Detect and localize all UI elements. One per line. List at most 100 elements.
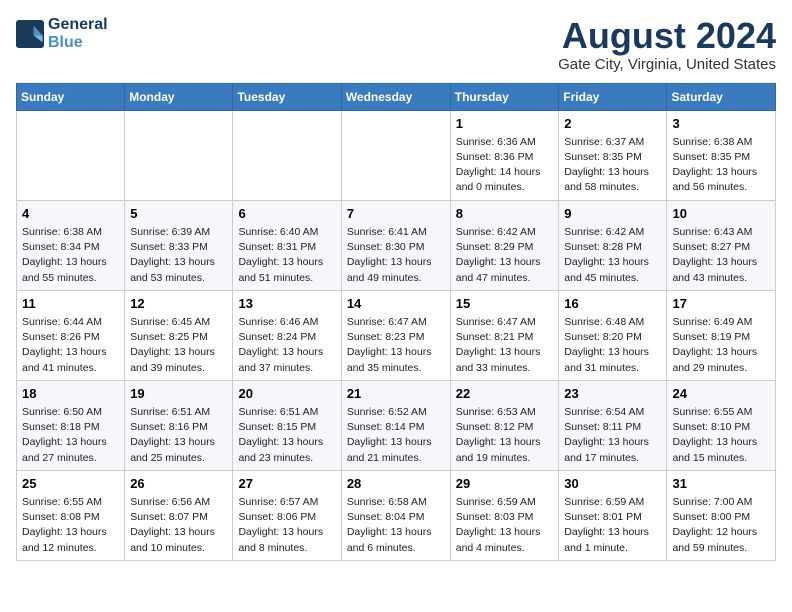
- day-number: 2: [564, 115, 661, 133]
- calendar-cell: 21 Sunrise: 6:52 AM Sunset: 8:14 PM Dayli…: [341, 380, 450, 470]
- day-info: Sunrise: 6:56 AM Sunset: 8:07 PM Dayligh…: [130, 495, 227, 556]
- calendar-cell: 6 Sunrise: 6:40 AM Sunset: 8:31 PM Daylig…: [233, 200, 341, 290]
- day-info: Sunrise: 6:59 AM Sunset: 8:03 PM Dayligh…: [456, 495, 554, 556]
- day-info: Sunrise: 6:39 AM Sunset: 8:33 PM Dayligh…: [130, 225, 227, 286]
- day-number: 20: [238, 385, 335, 403]
- day-number: 6: [238, 205, 335, 223]
- day-number: 11: [22, 295, 119, 313]
- calendar-cell: 1Sunrise: 6:36 AM Sunset: 8:36 PM Daylig…: [450, 110, 559, 200]
- weekday-header-cell: Sunday: [17, 83, 125, 110]
- day-number: 16: [564, 295, 661, 313]
- day-info: Sunrise: 7:00 AM Sunset: 8:00 PM Dayligh…: [672, 495, 770, 556]
- calendar-cell: 20Sunrise: 6:51 AM Sunset: 8:15 PM Dayli…: [233, 380, 341, 470]
- calendar-cell: 19 Sunrise: 6:51 AM Sunset: 8:16 PM Dayli…: [125, 380, 233, 470]
- calendar-cell: 29 Sunrise: 6:59 AM Sunset: 8:03 PM Dayli…: [450, 470, 559, 560]
- logo-text-line2: Blue: [48, 34, 108, 52]
- calendar-cell: 5Sunrise: 6:39 AM Sunset: 8:33 PM Daylig…: [125, 200, 233, 290]
- day-info: Sunrise: 6:44 AM Sunset: 8:26 PM Dayligh…: [22, 315, 119, 376]
- day-number: 15: [456, 295, 554, 313]
- calendar-cell: 30Sunrise: 6:59 AM Sunset: 8:01 PM Dayli…: [559, 470, 667, 560]
- page-header: General Blue August 2024 Gate City, Virg…: [16, 16, 776, 73]
- calendar-cell: 2 Sunrise: 6:37 AM Sunset: 8:35 PM Daylig…: [559, 110, 667, 200]
- day-info: Sunrise: 6:51 AM Sunset: 8:16 PM Dayligh…: [130, 405, 227, 466]
- calendar-cell: 26 Sunrise: 6:56 AM Sunset: 8:07 PM Dayli…: [125, 470, 233, 560]
- calendar-cell: 15 Sunrise: 6:47 AM Sunset: 8:21 PM Dayli…: [450, 290, 559, 380]
- weekday-header-cell: Monday: [125, 83, 233, 110]
- calendar-cell: 31 Sunrise: 7:00 AM Sunset: 8:00 PM Dayli…: [667, 470, 776, 560]
- day-number: 21: [347, 385, 445, 403]
- weekday-header-cell: Friday: [559, 83, 667, 110]
- calendar-week-row: 18Sunrise: 6:50 AM Sunset: 8:18 PM Dayli…: [17, 380, 776, 470]
- calendar-table: SundayMondayTuesdayWednesdayThursdayFrid…: [16, 83, 776, 561]
- calendar-cell: 10 Sunrise: 6:43 AM Sunset: 8:27 PM Dayli…: [667, 200, 776, 290]
- calendar-cell: [233, 110, 341, 200]
- calendar-body: 1Sunrise: 6:36 AM Sunset: 8:36 PM Daylig…: [17, 110, 776, 560]
- calendar-cell: [125, 110, 233, 200]
- calendar-cell: 8Sunrise: 6:42 AM Sunset: 8:29 PM Daylig…: [450, 200, 559, 290]
- day-number: 13: [238, 295, 335, 313]
- calendar-week-row: 4 Sunrise: 6:38 AM Sunset: 8:34 PM Daylig…: [17, 200, 776, 290]
- day-number: 3: [672, 115, 770, 133]
- day-info: Sunrise: 6:37 AM Sunset: 8:35 PM Dayligh…: [564, 135, 661, 196]
- day-info: Sunrise: 6:58 AM Sunset: 8:04 PM Dayligh…: [347, 495, 445, 556]
- day-number: 4: [22, 205, 119, 223]
- day-number: 10: [672, 205, 770, 223]
- calendar-cell: 9 Sunrise: 6:42 AM Sunset: 8:28 PM Daylig…: [559, 200, 667, 290]
- day-number: 23: [564, 385, 661, 403]
- calendar-week-row: 1Sunrise: 6:36 AM Sunset: 8:36 PM Daylig…: [17, 110, 776, 200]
- day-number: 14: [347, 295, 445, 313]
- calendar-cell: 7 Sunrise: 6:41 AM Sunset: 8:30 PM Daylig…: [341, 200, 450, 290]
- day-info: Sunrise: 6:49 AM Sunset: 8:19 PM Dayligh…: [672, 315, 770, 376]
- day-info: Sunrise: 6:57 AM Sunset: 8:06 PM Dayligh…: [238, 495, 335, 556]
- day-info: Sunrise: 6:55 AM Sunset: 8:08 PM Dayligh…: [22, 495, 119, 556]
- calendar-cell: 16Sunrise: 6:48 AM Sunset: 8:20 PM Dayli…: [559, 290, 667, 380]
- calendar-cell: 25 Sunrise: 6:55 AM Sunset: 8:08 PM Dayli…: [17, 470, 125, 560]
- day-number: 22: [456, 385, 554, 403]
- calendar-cell: 23 Sunrise: 6:54 AM Sunset: 8:11 PM Dayli…: [559, 380, 667, 470]
- day-info: Sunrise: 6:46 AM Sunset: 8:24 PM Dayligh…: [238, 315, 335, 376]
- calendar-cell: 27Sunrise: 6:57 AM Sunset: 8:06 PM Dayli…: [233, 470, 341, 560]
- day-info: Sunrise: 6:43 AM Sunset: 8:27 PM Dayligh…: [672, 225, 770, 286]
- day-number: 17: [672, 295, 770, 313]
- day-info: Sunrise: 6:52 AM Sunset: 8:14 PM Dayligh…: [347, 405, 445, 466]
- day-info: Sunrise: 6:38 AM Sunset: 8:35 PM Dayligh…: [672, 135, 770, 196]
- location-subtitle: Gate City, Virginia, United States: [558, 56, 776, 73]
- day-number: 8: [456, 205, 554, 223]
- day-info: Sunrise: 6:55 AM Sunset: 8:10 PM Dayligh…: [672, 405, 770, 466]
- day-info: Sunrise: 6:47 AM Sunset: 8:21 PM Dayligh…: [456, 315, 554, 376]
- day-info: Sunrise: 6:50 AM Sunset: 8:18 PM Dayligh…: [22, 405, 119, 466]
- weekday-header-cell: Thursday: [450, 83, 559, 110]
- calendar-cell: 14 Sunrise: 6:47 AM Sunset: 8:23 PM Dayli…: [341, 290, 450, 380]
- day-number: 7: [347, 205, 445, 223]
- calendar-cell: [17, 110, 125, 200]
- day-number: 30: [564, 475, 661, 493]
- day-info: Sunrise: 6:42 AM Sunset: 8:28 PM Dayligh…: [564, 225, 661, 286]
- day-number: 31: [672, 475, 770, 493]
- logo-icon: [16, 20, 44, 48]
- day-info: Sunrise: 6:40 AM Sunset: 8:31 PM Dayligh…: [238, 225, 335, 286]
- day-info: Sunrise: 6:53 AM Sunset: 8:12 PM Dayligh…: [456, 405, 554, 466]
- day-info: Sunrise: 6:54 AM Sunset: 8:11 PM Dayligh…: [564, 405, 661, 466]
- logo: General Blue: [16, 16, 108, 51]
- calendar-week-row: 11 Sunrise: 6:44 AM Sunset: 8:26 PM Dayli…: [17, 290, 776, 380]
- day-number: 1: [456, 115, 554, 133]
- day-number: 12: [130, 295, 227, 313]
- day-number: 25: [22, 475, 119, 493]
- calendar-cell: 3 Sunrise: 6:38 AM Sunset: 8:35 PM Daylig…: [667, 110, 776, 200]
- day-info: Sunrise: 6:47 AM Sunset: 8:23 PM Dayligh…: [347, 315, 445, 376]
- day-number: 24: [672, 385, 770, 403]
- calendar-cell: 13 Sunrise: 6:46 AM Sunset: 8:24 PM Dayli…: [233, 290, 341, 380]
- weekday-header-cell: Wednesday: [341, 83, 450, 110]
- day-number: 26: [130, 475, 227, 493]
- day-number: 9: [564, 205, 661, 223]
- day-info: Sunrise: 6:38 AM Sunset: 8:34 PM Dayligh…: [22, 225, 119, 286]
- day-number: 19: [130, 385, 227, 403]
- day-number: 28: [347, 475, 445, 493]
- day-number: 29: [456, 475, 554, 493]
- calendar-cell: [341, 110, 450, 200]
- day-info: Sunrise: 6:41 AM Sunset: 8:30 PM Dayligh…: [347, 225, 445, 286]
- calendar-cell: 17 Sunrise: 6:49 AM Sunset: 8:19 PM Dayli…: [667, 290, 776, 380]
- calendar-cell: 22 Sunrise: 6:53 AM Sunset: 8:12 PM Dayli…: [450, 380, 559, 470]
- calendar-cell: 18Sunrise: 6:50 AM Sunset: 8:18 PM Dayli…: [17, 380, 125, 470]
- weekday-header-cell: Saturday: [667, 83, 776, 110]
